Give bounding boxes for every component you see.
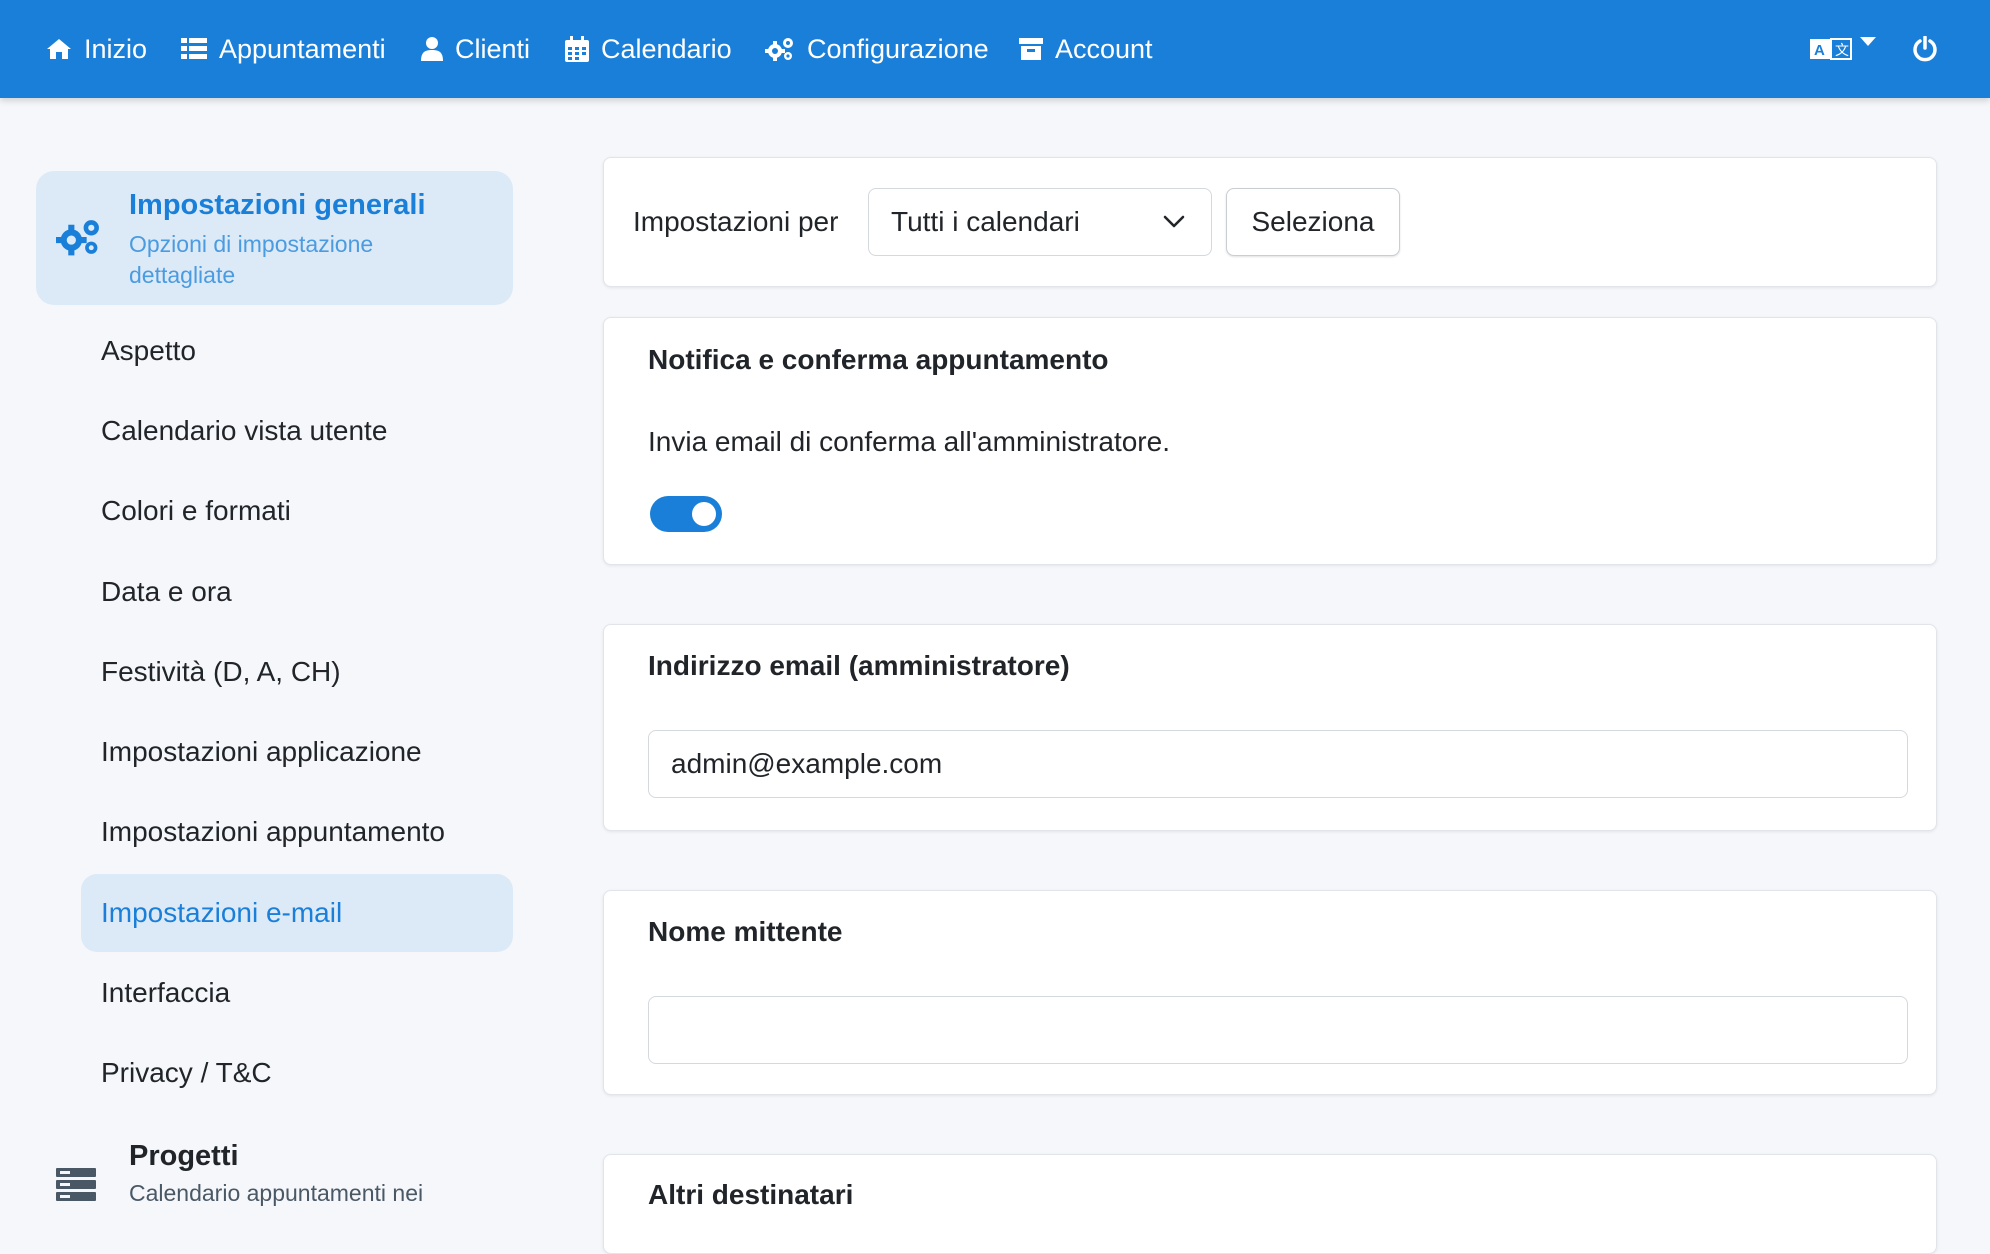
user-icon — [421, 37, 443, 61]
home-icon — [47, 39, 71, 59]
gears-icon — [56, 220, 99, 256]
admin-email-title: Indirizzo email (amministratore) — [648, 650, 1070, 681]
sidebar-item-colors-formats[interactable]: Colori e formati — [81, 472, 513, 550]
nav-home-label: Inizio — [84, 33, 148, 64]
settings-for-label: Impostazioni per — [633, 206, 839, 237]
sidebar-header-title: Impostazioni generali — [129, 189, 426, 221]
notification-title: Notifica e conferma appuntamento — [648, 344, 1109, 375]
toggle-knob — [692, 502, 716, 526]
sidebar-item-label: Festività (D, A, CH) — [101, 656, 341, 687]
notification-card: Notifica e conferma appuntamento Invia e… — [603, 317, 1937, 565]
nav-appointments-label: Appuntamenti — [219, 33, 386, 64]
language-dropdown[interactable]: A文 — [1810, 0, 1876, 98]
power-icon — [1913, 36, 1937, 62]
sidebar-item-label: Impostazioni appuntamento — [101, 816, 445, 847]
sidebar-general-settings[interactable]: Impostazioni generali Opzioni di imposta… — [36, 171, 513, 305]
sidebar-item-label: Data e ora — [101, 576, 232, 607]
sidebar-item-label: Impostazioni applicazione — [101, 736, 422, 767]
svg-text:文: 文 — [1835, 42, 1849, 58]
sidebar-item-interface[interactable]: Interfaccia — [81, 954, 513, 1032]
nav-configuration-label: Configurazione — [807, 33, 989, 64]
sender-name-title: Nome mittente — [648, 916, 843, 947]
translate-icon: A文 — [1810, 38, 1852, 60]
sidebar-item-app-settings[interactable]: Impostazioni applicazione — [81, 713, 513, 791]
sidebar-item-appointment-settings[interactable]: Impostazioni appuntamento — [81, 793, 513, 871]
logout-button[interactable] — [1912, 0, 1938, 98]
top-navbar: Inizio Appuntamenti Clienti Calendario C… — [0, 0, 1990, 98]
sidebar-header-subtitle: Opzioni di impostazione dettagliate — [129, 231, 374, 288]
nav-configuration[interactable]: Configurazione — [765, 0, 989, 98]
nav-appointments[interactable]: Appuntamenti — [181, 0, 386, 98]
nav-home[interactable]: Inizio — [46, 0, 147, 98]
select-button[interactable]: Seleziona — [1226, 188, 1400, 256]
sidebar-projects-subtitle: Calendario appuntamenti nei — [129, 1180, 424, 1206]
other-recipients-title: Altri destinatari — [648, 1179, 854, 1210]
list-icon — [181, 38, 207, 59]
chevron-down-icon — [1163, 215, 1185, 228]
admin-email-input[interactable] — [648, 730, 1908, 798]
nav-calendar-label: Calendario — [601, 33, 732, 64]
sidebar-item-user-calendar[interactable]: Calendario vista utente — [81, 392, 513, 470]
sidebar-item-email-settings[interactable]: Impostazioni e-mail — [81, 874, 513, 952]
sidebar-item-label: Calendario vista utente — [101, 415, 388, 446]
sidebar-projects-title: Progetti — [129, 1140, 239, 1172]
nav-clients[interactable]: Clienti — [421, 0, 530, 98]
sidebar-item-privacy[interactable]: Privacy / T&C — [81, 1034, 513, 1112]
nav-account-label: Account — [1055, 33, 1153, 64]
calendar-select[interactable]: Tutti i calendari — [868, 188, 1212, 256]
nav-account[interactable]: Account — [1019, 0, 1153, 98]
sidebar-item-date-time[interactable]: Data e ora — [81, 553, 513, 631]
archive-icon — [1019, 38, 1043, 60]
sidebar-item-label: Impostazioni e-mail — [101, 897, 343, 928]
notification-description: Invia email di conferma all'amministrato… — [648, 426, 1170, 457]
sidebar-item-holidays[interactable]: Festività (D, A, CH) — [81, 633, 513, 711]
sidebar-item-label: Interfaccia — [101, 977, 231, 1008]
sidebar-item-label: Colori e formati — [101, 495, 291, 526]
other-recipients-card: Altri destinatari — [603, 1154, 1937, 1254]
svg-text:A: A — [1814, 42, 1825, 59]
sidebar-projects[interactable]: Progetti Calendario appuntamenti nei — [36, 1132, 513, 1212]
sender-name-input[interactable] — [648, 996, 1908, 1064]
settings-for-card: Impostazioni per Tutti i calendari Selez… — [603, 157, 1937, 287]
calendar-icon — [565, 36, 589, 62]
sidebar-item-label: Privacy / T&C — [101, 1057, 272, 1088]
gears-icon — [765, 38, 793, 61]
admin-confirmation-toggle[interactable] — [650, 496, 722, 532]
admin-email-card: Indirizzo email (amministratore) — [603, 624, 1937, 831]
calendar-select-value: Tutti i calendari — [891, 206, 1080, 237]
sidebar-item-label: Aspetto — [101, 335, 196, 366]
nav-clients-label: Clienti — [455, 33, 531, 64]
nav-calendar[interactable]: Calendario — [565, 0, 732, 98]
sender-name-card: Nome mittente — [603, 890, 1937, 1095]
server-icon — [56, 1168, 96, 1201]
caret-down-icon — [1860, 37, 1876, 46]
sidebar-item-appearance[interactable]: Aspetto — [81, 312, 513, 390]
